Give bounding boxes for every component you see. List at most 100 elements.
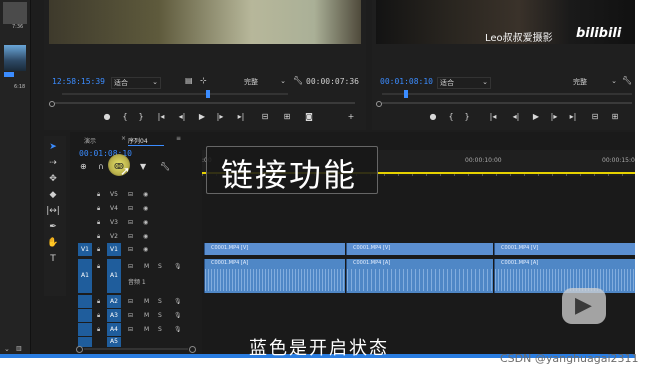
lock-icon[interactable]: 🔒︎ xyxy=(97,263,100,271)
project-thumb-top[interactable] xyxy=(3,2,27,24)
sync-icon[interactable]: ⊟ xyxy=(128,246,133,253)
source-zoom-bar[interactable] xyxy=(49,101,359,107)
mic-icon[interactable]: 🎙︎ xyxy=(174,326,182,333)
lock-icon[interactable]: 🔒︎ xyxy=(97,246,100,254)
marker-icon[interactable]: ● xyxy=(102,112,112,122)
sync-icon[interactable]: ⊟ xyxy=(128,233,133,240)
eye-icon[interactable]: ◉ xyxy=(143,191,148,198)
program-scrub-bar[interactable] xyxy=(378,90,633,98)
add-button-icon[interactable]: + xyxy=(346,112,356,122)
razor-tool-icon[interactable]: ◆ xyxy=(46,190,60,200)
eye-icon[interactable]: ◉ xyxy=(143,233,148,240)
project-bars-icon[interactable]: ▥ xyxy=(16,345,22,352)
settings-icon[interactable]: ▤ xyxy=(185,76,193,86)
source-patch-strip[interactable] xyxy=(78,323,92,336)
timeline-scrollbar[interactable] xyxy=(76,346,196,353)
sync-icon[interactable]: ⊟ xyxy=(128,205,133,212)
clip-audio[interactable]: C0001.MP4 [A] xyxy=(494,259,635,293)
program-zoom-bar[interactable] xyxy=(376,101,634,107)
mic-icon[interactable]: 🎙︎ xyxy=(174,298,182,305)
mark-in-icon[interactable]: { xyxy=(446,112,456,122)
slip-tool-icon[interactable]: |↔| xyxy=(46,206,60,216)
play-icon[interactable]: ▶ xyxy=(196,112,208,122)
eye-icon[interactable]: ◉ xyxy=(143,219,148,226)
solo-button[interactable]: S xyxy=(158,312,162,319)
lock-icon[interactable]: 🔒︎ xyxy=(97,298,100,306)
nest-icon[interactable]: ⊕ xyxy=(80,162,87,172)
step-forward-icon[interactable]: |▸ xyxy=(548,112,560,122)
hand-tool-icon[interactable]: ✋ xyxy=(46,238,60,248)
solo-button[interactable]: S xyxy=(158,326,162,333)
track-target-a1[interactable]: A1 xyxy=(107,259,121,293)
clip-video[interactable]: C0001.MP4 [V] xyxy=(346,243,493,255)
wrench-icon[interactable]: 🔧︎ xyxy=(160,162,170,172)
mute-button[interactable]: M xyxy=(144,263,149,270)
sync-icon[interactable]: ⊟ xyxy=(128,298,133,305)
mark-in-icon[interactable]: { xyxy=(120,112,130,122)
mute-button[interactable]: M xyxy=(144,326,149,333)
go-to-out-icon[interactable]: ▸| xyxy=(566,112,580,122)
project-bottom-icon[interactable]: ⌄ xyxy=(4,345,10,353)
lock-icon[interactable]: 🔒︎ xyxy=(97,233,100,241)
track-target-a2[interactable]: A2 xyxy=(107,295,121,308)
clip-video[interactable]: C0001.MP4 [V] xyxy=(204,243,345,255)
sync-icon[interactable]: ⊟ xyxy=(128,312,133,319)
tab-demo[interactable]: 演示 xyxy=(84,136,96,145)
go-to-in-icon[interactable]: |◂ xyxy=(486,112,500,122)
type-tool-icon[interactable]: T xyxy=(46,254,60,264)
lock-icon[interactable]: 🔒︎ xyxy=(97,191,100,199)
program-timecode[interactable]: 00:01:08:10 xyxy=(380,77,433,86)
mute-button[interactable]: M xyxy=(144,312,149,319)
sync-icon[interactable]: ⊟ xyxy=(128,191,133,198)
clip-audio[interactable]: C0001.MP4 [A] xyxy=(204,259,345,293)
track-target-a3[interactable]: A3 xyxy=(107,309,121,322)
wrench-icon[interactable]: 🔧︎ xyxy=(293,76,303,86)
scrub-playhead[interactable] xyxy=(206,90,210,98)
insert-icon[interactable]: ⊹ xyxy=(200,76,207,86)
source-patch-strip[interactable] xyxy=(78,309,92,322)
project-thumb-item[interactable] xyxy=(4,45,26,71)
source-full-dropdown[interactable]: 完整 ⌄ xyxy=(242,77,288,87)
eye-icon[interactable]: ◉ xyxy=(143,246,148,253)
source-timecode[interactable]: 12:58:15:39 xyxy=(52,77,105,86)
play-icon[interactable]: ▶ xyxy=(530,112,542,122)
marker-icon[interactable]: ● xyxy=(428,112,438,122)
mark-out-icon[interactable]: } xyxy=(462,112,472,122)
track-target-v1[interactable]: V1 xyxy=(107,243,121,256)
scrub-playhead[interactable] xyxy=(404,90,408,98)
clip-audio[interactable]: C0001.MP4 [A] xyxy=(346,259,493,293)
scroll-handle-right[interactable] xyxy=(189,346,196,353)
solo-button[interactable]: S xyxy=(158,298,162,305)
track-select-tool-icon[interactable]: ⇢ xyxy=(46,158,60,168)
lock-icon[interactable]: 🔒︎ xyxy=(97,312,100,320)
track-target-a4[interactable]: A4 xyxy=(107,323,121,336)
lift-icon[interactable]: ⊟ xyxy=(588,112,602,122)
mark-out-icon[interactable]: } xyxy=(136,112,146,122)
program-full-dropdown[interactable]: 完整 ⌄ xyxy=(571,77,619,87)
video-play-button[interactable]: ▶ xyxy=(562,288,606,324)
marker-icon[interactable]: ▼ xyxy=(140,162,146,172)
sync-icon[interactable]: ⊟ xyxy=(128,263,133,270)
mic-icon[interactable]: 🎙︎ xyxy=(174,312,182,319)
program-fit-dropdown[interactable]: 适合 ⌄ xyxy=(437,77,491,89)
ripple-edit-tool-icon[interactable]: ✥ xyxy=(46,174,60,184)
step-back-icon[interactable]: ◂| xyxy=(176,112,188,122)
mute-button[interactable]: M xyxy=(144,298,149,305)
selection-tool-icon[interactable]: ➤ xyxy=(46,142,60,152)
lock-icon[interactable]: 🔒︎ xyxy=(97,205,100,213)
step-back-icon[interactable]: ◂| xyxy=(510,112,522,122)
source-patch-a1[interactable]: A1 xyxy=(78,259,92,293)
eye-icon[interactable]: ◉ xyxy=(143,205,148,212)
sync-icon[interactable]: ⊟ xyxy=(128,326,133,333)
source-scrub-bar[interactable] xyxy=(52,90,358,98)
camera-icon[interactable]: ◙ xyxy=(302,112,316,122)
lock-icon[interactable]: 🔒︎ xyxy=(97,326,100,334)
clip-video[interactable]: C0001.MP4 [V] xyxy=(494,243,635,255)
solo-button[interactable]: S xyxy=(158,263,162,270)
go-to-in-icon[interactable]: |◂ xyxy=(154,112,168,122)
insert-clip-icon[interactable]: ⊟ xyxy=(258,112,272,122)
sync-icon[interactable]: ⊟ xyxy=(128,219,133,226)
step-forward-icon[interactable]: |▸ xyxy=(214,112,226,122)
wrench-icon[interactable]: 🔧︎ xyxy=(622,76,632,86)
lock-icon[interactable]: 🔒︎ xyxy=(97,219,100,227)
